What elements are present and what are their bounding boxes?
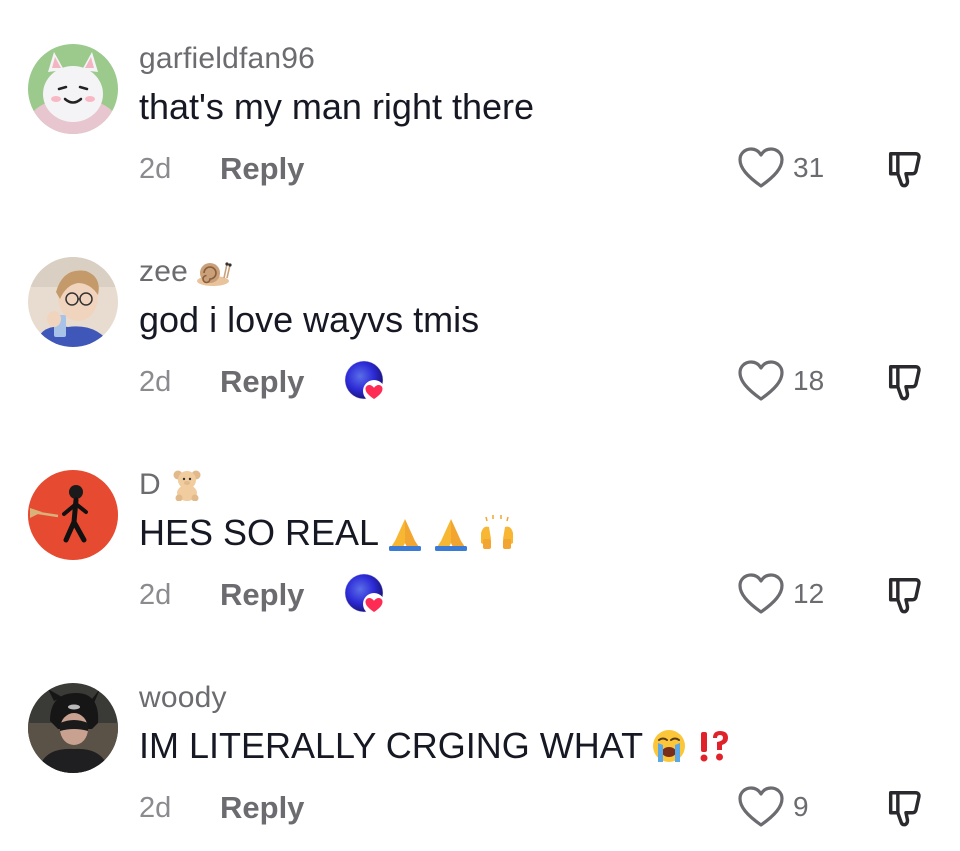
- username-text[interactable]: D: [139, 468, 161, 502]
- comment-text-content: god i love wayvs tmis: [139, 299, 480, 340]
- username[interactable]: garfieldfan96: [139, 42, 315, 76]
- username-text[interactable]: zee: [139, 255, 188, 289]
- reply-button[interactable]: Reply: [220, 790, 304, 826]
- like-count: 9: [793, 791, 809, 822]
- avatar[interactable]: [28, 683, 118, 773]
- comment-text: god i love wayvs tmis: [139, 299, 479, 341]
- exclamation-question-mark-emoji-icon: [700, 731, 729, 762]
- like-count: 12: [793, 578, 825, 609]
- raising-hands-emoji-icon: [481, 515, 514, 549]
- folded-hands-emoji-icon: [389, 519, 422, 551]
- reply-button[interactable]: Reply: [220, 151, 304, 187]
- thumbs-down-icon[interactable]: [884, 574, 926, 616]
- comment-timestamp: 2d: [139, 366, 172, 398]
- thumbs-down-icon[interactable]: [884, 361, 926, 403]
- avatar[interactable]: [28, 257, 118, 347]
- comment-item: garfieldfan96 that's my man right there …: [0, 0, 960, 200]
- like-count: 31: [793, 152, 825, 183]
- comment-item: zee god i love wayvs tmis 2d Reply 18: [0, 213, 960, 413]
- comment-item: woody IM LITERALLY CRGING WHAT 2d Reply …: [0, 639, 960, 839]
- comment-text-content: IM LITERALLY CRGING WHAT: [139, 725, 644, 766]
- avatar[interactable]: [28, 470, 118, 560]
- comment-text: IM LITERALLY CRGING WHAT: [139, 725, 735, 767]
- avatar[interactable]: [28, 44, 118, 134]
- comment-item: D HES SO REAL 2d Reply 12: [0, 426, 960, 626]
- comment-text-content: HES SO REAL: [139, 512, 380, 553]
- comment-text: HES SO REAL: [139, 512, 517, 554]
- like-button[interactable]: 9: [737, 785, 827, 829]
- thumbs-down-icon[interactable]: [884, 148, 926, 190]
- reply-button[interactable]: Reply: [220, 577, 304, 613]
- comment-timestamp: 2d: [139, 579, 172, 611]
- username[interactable]: zee: [139, 255, 232, 289]
- heart-icon[interactable]: [737, 572, 785, 616]
- comment-text-content: that's my man right there: [139, 86, 535, 127]
- username[interactable]: D: [139, 468, 205, 502]
- liked-by-creator-icon: [343, 572, 393, 618]
- comment-timestamp: 2d: [139, 153, 172, 185]
- heart-icon[interactable]: [737, 146, 785, 190]
- like-button[interactable]: 31: [737, 146, 827, 190]
- heart-icon[interactable]: [737, 359, 785, 403]
- snail-emoji-icon: [196, 262, 232, 286]
- liked-by-creator-icon: [343, 359, 393, 405]
- like-button[interactable]: 18: [737, 359, 827, 403]
- loudly-crying-face-emoji-icon: [653, 730, 686, 762]
- comment-timestamp: 2d: [139, 792, 172, 824]
- thumbs-down-icon[interactable]: [884, 787, 926, 829]
- comment-text: that's my man right there: [139, 86, 534, 128]
- folded-hands-emoji-icon: [435, 519, 468, 551]
- username-text[interactable]: garfieldfan96: [139, 42, 315, 76]
- like-count: 18: [793, 365, 825, 396]
- reply-button[interactable]: Reply: [220, 364, 304, 400]
- username-text[interactable]: woody: [139, 681, 227, 715]
- username[interactable]: woody: [139, 681, 227, 715]
- like-button[interactable]: 12: [737, 572, 827, 616]
- teddy-bear-emoji-icon: [173, 470, 201, 501]
- heart-icon[interactable]: [737, 785, 785, 829]
